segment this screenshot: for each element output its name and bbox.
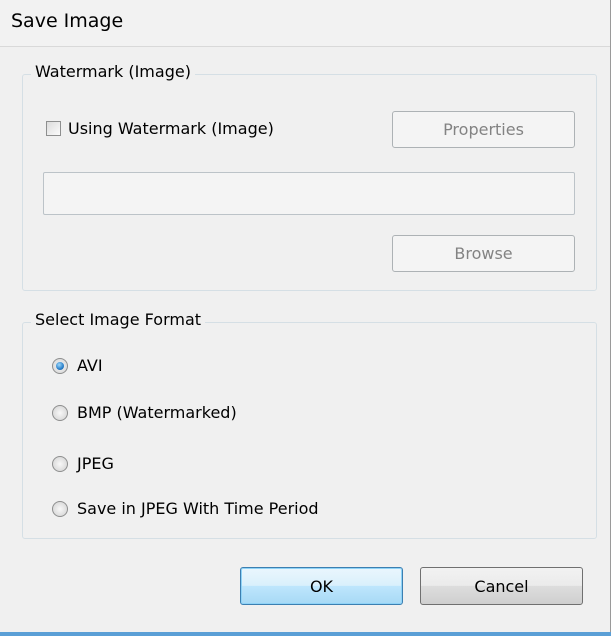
radio-avi[interactable]: [52, 357, 68, 374]
window-title: Save Image: [11, 10, 124, 32]
format-option-jpeg-time-period[interactable]: Save in JPEG With Time Period: [52, 499, 319, 518]
window-bottom-edge: [0, 632, 611, 636]
image-format-group-legend: Select Image Format: [31, 310, 206, 329]
format-option-label: Save in JPEG With Time Period: [77, 499, 319, 518]
radio-jpeg-time-period[interactable]: [52, 500, 68, 517]
watermark-group-legend: Watermark (Image): [31, 62, 195, 81]
browse-button[interactable]: Browse: [392, 235, 575, 272]
format-option-bmp[interactable]: BMP (Watermarked): [52, 403, 237, 422]
using-watermark-label: Using Watermark (Image): [68, 119, 274, 138]
format-option-label: AVI: [77, 356, 103, 375]
watermark-path-field[interactable]: [43, 172, 575, 215]
save-image-dialog: Save Image Watermark (Image) Using Water…: [0, 0, 611, 636]
using-watermark-checkbox[interactable]: [46, 121, 61, 136]
radio-bmp[interactable]: [52, 404, 68, 421]
radio-jpeg[interactable]: [52, 455, 68, 472]
cancel-button[interactable]: Cancel: [420, 567, 583, 605]
format-option-label: JPEG: [77, 454, 114, 473]
format-option-avi[interactable]: AVI: [52, 356, 103, 375]
using-watermark-checkbox-row[interactable]: Using Watermark (Image): [46, 119, 274, 138]
title-bar[interactable]: Save Image: [0, 0, 610, 47]
properties-button[interactable]: Properties: [392, 111, 575, 148]
format-option-jpeg[interactable]: JPEG: [52, 454, 114, 473]
ok-button[interactable]: OK: [240, 567, 403, 605]
format-option-label: BMP (Watermarked): [77, 403, 237, 422]
